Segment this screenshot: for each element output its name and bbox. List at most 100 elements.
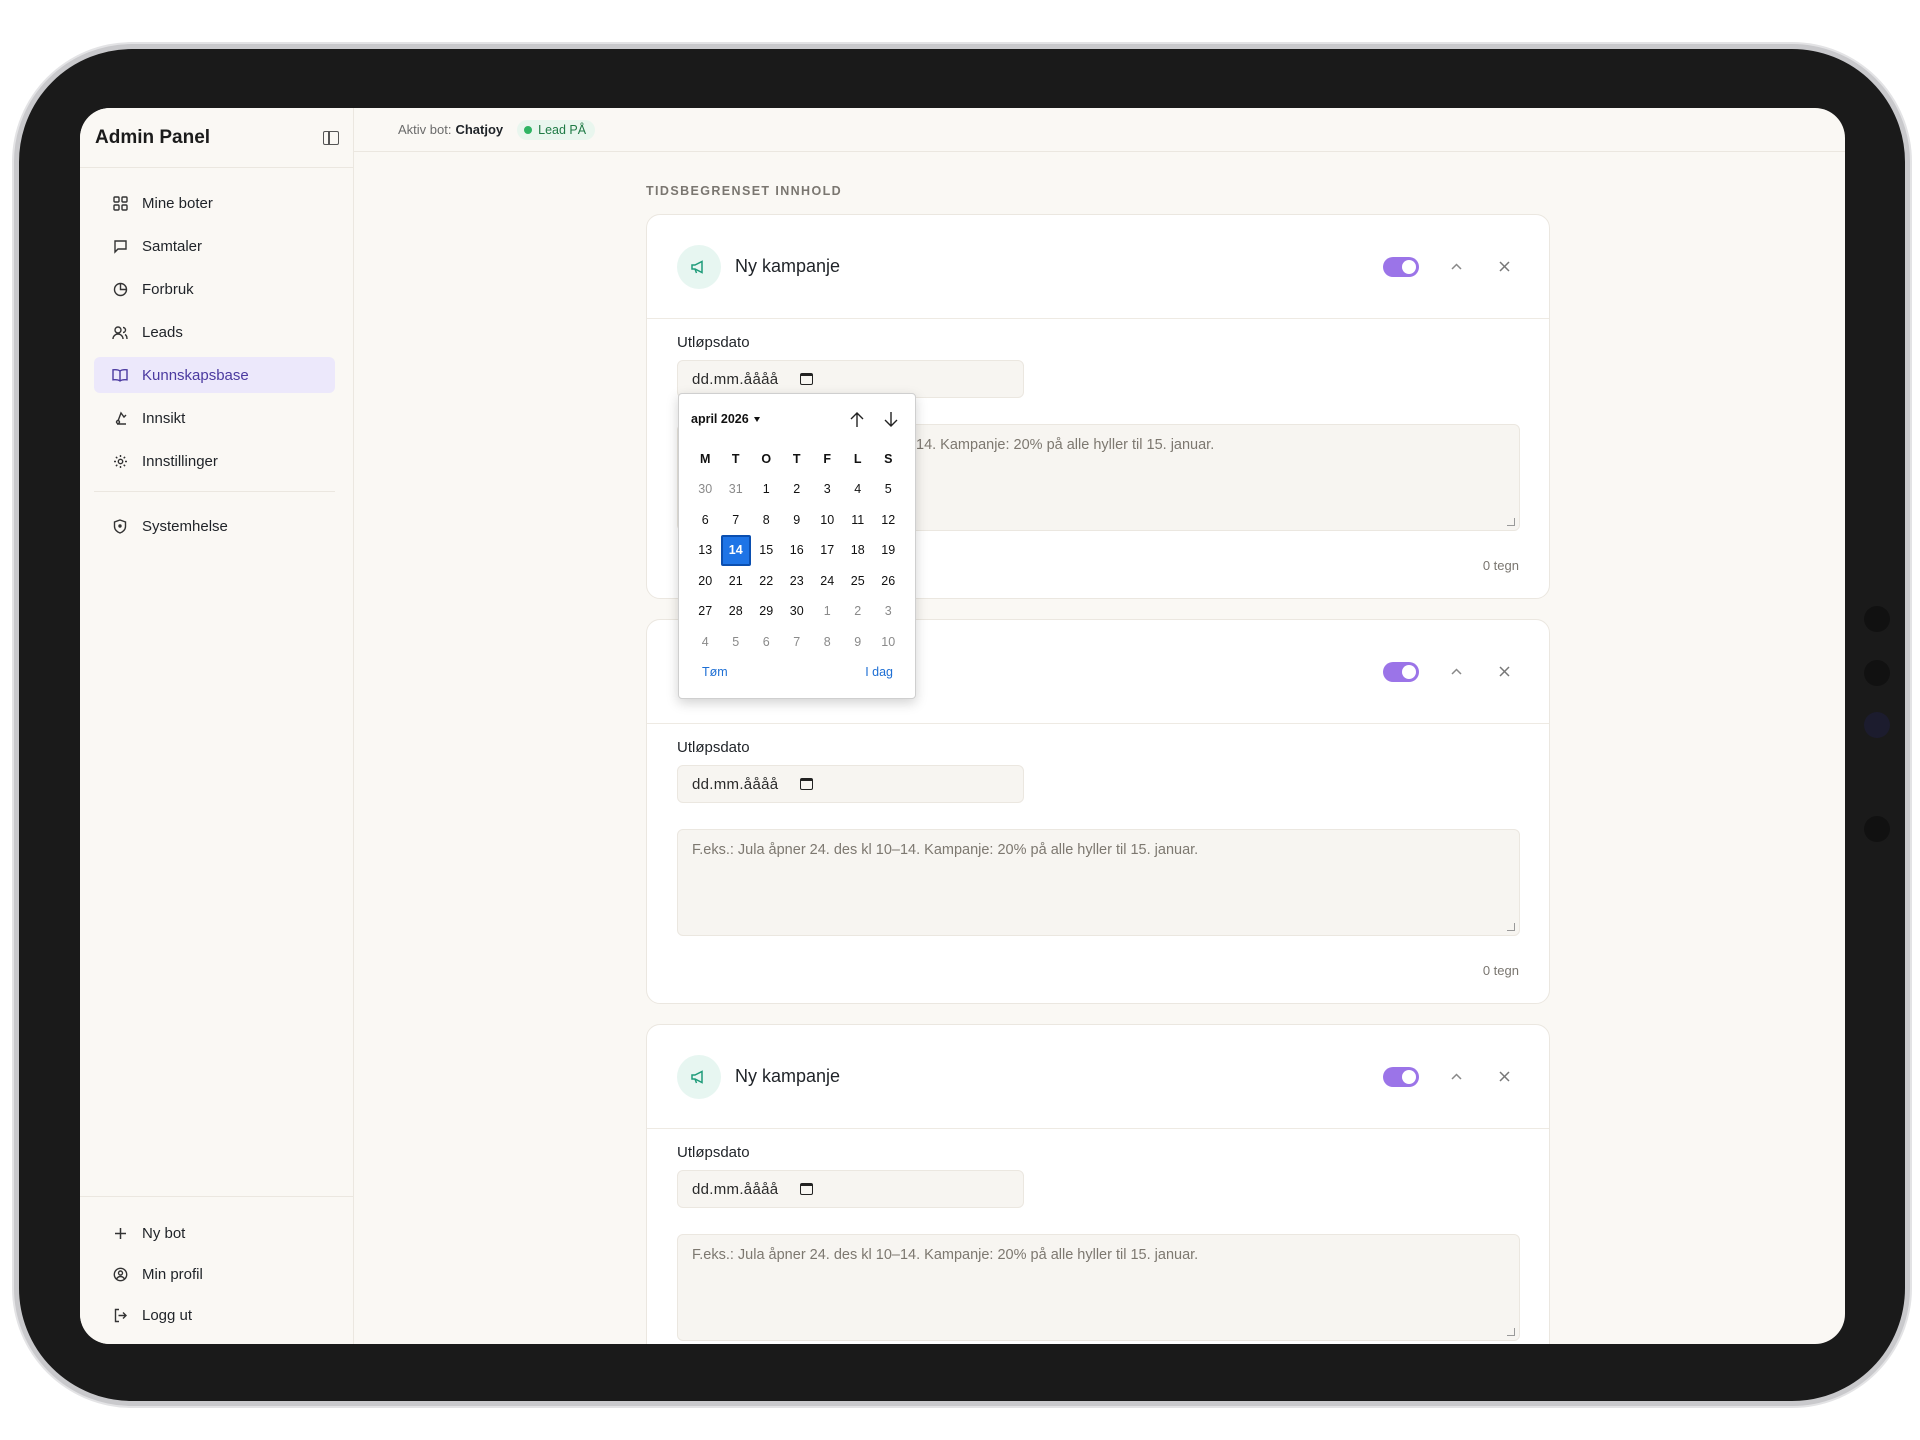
sidebar-item-kunnskapsbase[interactable]: Kunnskapsbase [94, 357, 335, 393]
calendar-day[interactable]: 8 [751, 505, 782, 536]
calendar-day[interactable]: 2 [782, 474, 813, 505]
calendar-day[interactable]: 30 [690, 474, 721, 505]
megaphone-icon [677, 244, 721, 289]
calendar-day[interactable]: 25 [843, 566, 874, 597]
calendar-day[interactable]: 12 [873, 505, 904, 536]
calendar-day[interactable]: 30 [782, 596, 813, 627]
textarea-placeholder: 14. Kampanje: 20% på alle hyller til 15.… [916, 437, 1215, 453]
calendar-icon[interactable] [800, 778, 814, 790]
sidebar-item-label: Forbruk [142, 280, 194, 298]
dropdown-caret-icon [753, 417, 760, 423]
calendar-day[interactable]: 23 [782, 566, 813, 597]
sidebar-item-innsikt[interactable]: Innsikt [94, 400, 335, 436]
hardware-dot [1864, 606, 1890, 632]
enable-toggle[interactable] [1383, 661, 1419, 682]
logout-icon [112, 1307, 128, 1323]
calendar-day[interactable]: 29 [751, 596, 782, 627]
sidebar-item-forbruk[interactable]: Forbruk [94, 271, 335, 307]
card-body: Utløpsdato dd.mm.åååå F.eks.: Jula åpner… [647, 1129, 1549, 1341]
calendar-day[interactable]: 6 [690, 505, 721, 536]
status-dot-icon [524, 125, 533, 134]
calendar-day[interactable]: 10 [812, 505, 843, 536]
calendar-icon[interactable] [800, 373, 814, 385]
calendar-day[interactable]: 21 [721, 566, 752, 597]
calendar-day[interactable]: 13 [690, 535, 721, 566]
lead-status-badge: Lead PÅ [517, 119, 596, 140]
calendar-day[interactable]: 9 [843, 627, 874, 658]
arrow-up-icon[interactable] [845, 407, 869, 431]
calendar-day[interactable]: 9 [782, 505, 813, 536]
calendar-day[interactable]: 6 [751, 627, 782, 658]
calendar-day[interactable]: 5 [873, 474, 904, 505]
calendar-day[interactable]: 10 [873, 627, 904, 658]
calendar-day[interactable]: 11 [843, 505, 874, 536]
calendar-day[interactable]: 28 [721, 596, 752, 627]
sidebar-item-label: Systemhelse [142, 517, 228, 535]
sidebar-item-label: Mine boter [142, 194, 213, 212]
month-select[interactable]: april 2026 [691, 412, 835, 426]
logout-button[interactable]: Logg ut [94, 1297, 335, 1333]
calendar-day[interactable]: 16 [782, 535, 813, 566]
calendar-day[interactable]: 14 [720, 535, 751, 566]
calendar-day[interactable]: 7 [782, 627, 813, 658]
calendar-day[interactable]: 20 [690, 566, 721, 597]
active-bot-label: Aktiv bot: [398, 122, 452, 137]
calendar-day[interactable]: 27 [690, 596, 721, 627]
my-profile-link[interactable]: Min profil [94, 1256, 335, 1292]
close-icon[interactable] [1489, 1062, 1519, 1092]
enable-toggle[interactable] [1383, 256, 1419, 277]
calendar-day[interactable]: 1 [812, 596, 843, 627]
user-circle-icon [112, 1266, 128, 1282]
sidebar-item-innstillinger[interactable]: Innstillinger [94, 443, 335, 479]
card-header[interactable]: Ny kampanje [647, 1025, 1549, 1129]
insight-icon [112, 410, 128, 426]
calendar-day[interactable]: 24 [812, 566, 843, 597]
calendar-day[interactable]: 1 [751, 474, 782, 505]
campaign-textarea[interactable]: F.eks.: Jula åpner 24. des kl 10–14. Kam… [677, 1234, 1520, 1341]
today-button[interactable]: I dag [865, 665, 893, 679]
calendar-day[interactable]: 17 [812, 535, 843, 566]
clear-date-button[interactable]: Tøm [702, 665, 728, 679]
expiry-date-label: Utløpsdato [677, 334, 750, 351]
calendar-day[interactable]: 3 [873, 596, 904, 627]
sidebar-item-mine-boter[interactable]: Mine boter [94, 185, 335, 221]
new-bot-button[interactable]: Ny bot [94, 1215, 335, 1251]
calendar-day[interactable]: 22 [751, 566, 782, 597]
calendar-day[interactable]: 15 [751, 535, 782, 566]
calendar-day[interactable]: 2 [843, 596, 874, 627]
calendar-day[interactable]: 4 [843, 474, 874, 505]
arrow-down-icon[interactable] [879, 407, 903, 431]
calendar-day[interactable]: 7 [721, 505, 752, 536]
expiry-date-input[interactable]: dd.mm.åååå [677, 765, 1024, 803]
calendar-day[interactable]: 4 [690, 627, 721, 658]
weekday-header: O [761, 452, 772, 466]
calendar-day[interactable]: 3 [812, 474, 843, 505]
megaphone-icon [677, 1054, 721, 1099]
campaign-textarea[interactable]: F.eks.: Jula åpner 24. des kl 10–14. Kam… [677, 829, 1520, 936]
collapse-chevron-icon[interactable] [1441, 657, 1471, 687]
close-icon[interactable] [1489, 252, 1519, 282]
calendar-day[interactable]: 19 [873, 535, 904, 566]
calendar-day[interactable]: 18 [843, 535, 874, 566]
collapse-chevron-icon[interactable] [1441, 1062, 1471, 1092]
sidebar-item-samtaler[interactable]: Samtaler [94, 228, 335, 264]
calendar-day[interactable]: 26 [873, 566, 904, 597]
camera-icon [1864, 712, 1890, 738]
sidebar-item-systemhelse[interactable]: Systemhelse [94, 508, 335, 544]
card-header[interactable]: Ny kampanje [647, 215, 1549, 319]
sidebar: Admin Panel Mine boter Samtaler Forbruk … [80, 108, 354, 1344]
collapse-chevron-icon[interactable] [1441, 252, 1471, 282]
textarea-placeholder: F.eks.: Jula åpner 24. des kl 10–14. Kam… [692, 842, 1199, 858]
calendar-day[interactable]: 8 [812, 627, 843, 658]
grid-icon [112, 195, 128, 211]
calendar-icon[interactable] [800, 1183, 814, 1195]
enable-toggle[interactable] [1383, 1066, 1419, 1087]
sidebar-item-leads[interactable]: Leads [94, 314, 335, 350]
active-bot-name: Chatjoy [455, 122, 504, 137]
close-icon[interactable] [1489, 657, 1519, 687]
expiry-date-input[interactable]: dd.mm.åååå [677, 1170, 1024, 1208]
calendar-day[interactable]: 5 [721, 627, 752, 658]
sidebar-item-label: Min profil [142, 1265, 203, 1283]
sidebar-toggle-icon[interactable] [323, 130, 339, 145]
calendar-day[interactable]: 31 [721, 474, 752, 505]
